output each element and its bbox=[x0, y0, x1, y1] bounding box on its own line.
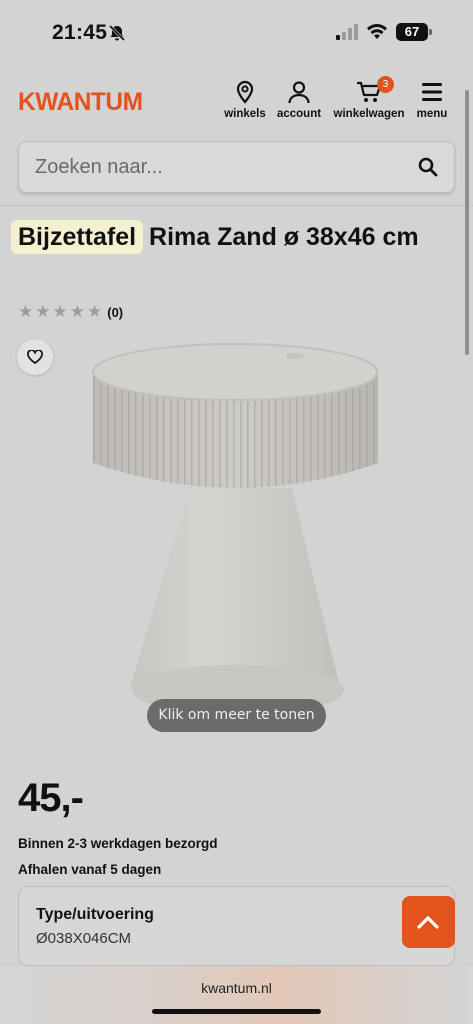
star-icon: ★ bbox=[52, 302, 68, 321]
nav-cart-button[interactable]: 3 winkelwagen bbox=[330, 76, 408, 120]
rating-count: (0) bbox=[107, 304, 124, 320]
product-rating[interactable]: ★ ★ ★ ★ ★ (0) bbox=[18, 302, 123, 322]
product-image[interactable] bbox=[88, 338, 388, 740]
site-header: KWANTUM winkels account 3 winkelwagen me… bbox=[0, 70, 473, 132]
header-divider bbox=[0, 205, 473, 206]
title-rest: Rima Zand ø 38x46 cm bbox=[142, 223, 419, 251]
star-icon: ★ bbox=[69, 302, 85, 321]
browser-address-bar[interactable]: kwantum.nl bbox=[0, 966, 473, 1024]
search-bar bbox=[18, 141, 455, 193]
hamburger-menu-icon bbox=[422, 83, 442, 101]
favorite-button[interactable] bbox=[17, 339, 53, 375]
star-icon: ★ bbox=[35, 302, 51, 321]
home-indicator[interactable] bbox=[152, 1009, 321, 1014]
star-icon: ★ bbox=[87, 302, 103, 321]
star-icon: ★ bbox=[18, 302, 34, 321]
delivery-info: Binnen 2-3 werkdagen bezorgd bbox=[18, 836, 218, 851]
chevron-up-icon bbox=[417, 916, 439, 929]
cart-count-badge: 3 bbox=[377, 76, 394, 93]
nav-stores-button[interactable]: winkels bbox=[222, 80, 268, 120]
variant-selector[interactable]: Type/uitvoering Ø038X046CM bbox=[18, 886, 455, 966]
variant-label: Type/uitvoering bbox=[36, 906, 154, 923]
wifi-icon bbox=[367, 23, 387, 39]
nav-stores-label: winkels bbox=[224, 108, 266, 120]
battery-percentage: 67 bbox=[404, 24, 420, 39]
heart-icon bbox=[27, 350, 43, 364]
nav-menu-label: menu bbox=[416, 108, 448, 120]
nav-account-label: account bbox=[276, 108, 322, 120]
status-bar: 21:45 67 bbox=[0, 0, 473, 62]
title-highlight: Bijzettafel bbox=[12, 221, 143, 253]
product-price: 45,- bbox=[18, 776, 84, 820]
scrollbar[interactable] bbox=[465, 90, 469, 355]
image-hint-pill[interactable]: Klik om meer te tonen bbox=[147, 699, 326, 732]
product-title: Bijzettafel Rima Zand ø 38x46 cm bbox=[12, 220, 448, 254]
nav-account-button[interactable]: account bbox=[274, 80, 324, 120]
browser-url[interactable]: kwantum.nl bbox=[0, 980, 473, 996]
battery-indicator: 67 bbox=[396, 23, 432, 41]
cellular-signal-icon bbox=[336, 24, 358, 40]
pickup-info: Afhalen vanaf 5 dagen bbox=[18, 862, 162, 877]
search-icon[interactable] bbox=[418, 157, 438, 177]
scroll-to-top-button[interactable] bbox=[402, 896, 455, 948]
user-icon bbox=[288, 81, 310, 104]
search-input[interactable] bbox=[35, 142, 405, 192]
kwantum-logo[interactable]: KWANTUM bbox=[18, 88, 143, 117]
nav-menu-button[interactable]: menu bbox=[414, 80, 450, 120]
silent-bell-icon bbox=[108, 24, 126, 42]
nav-cart-label: winkelwagen bbox=[333, 108, 405, 120]
variant-value: Ø038X046CM bbox=[36, 930, 132, 947]
status-time: 21:45 bbox=[52, 21, 108, 44]
location-pin-icon bbox=[236, 80, 254, 104]
